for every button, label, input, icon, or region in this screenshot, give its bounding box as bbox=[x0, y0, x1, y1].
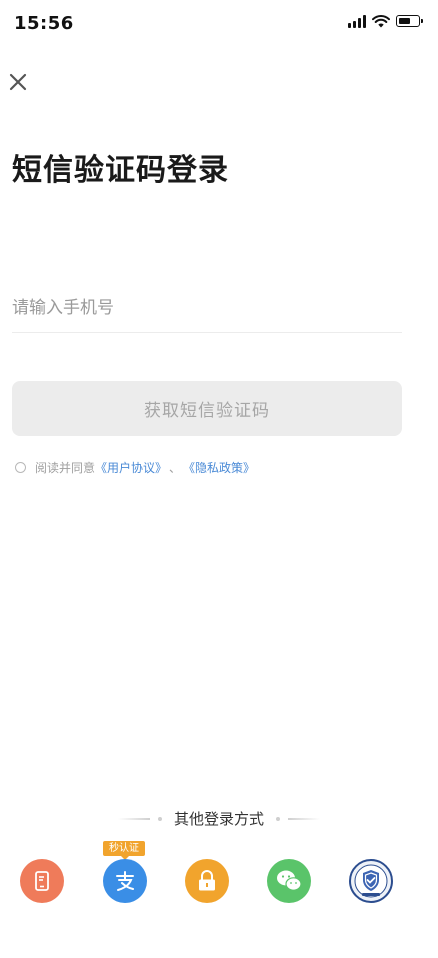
phone-login-button[interactable] bbox=[20, 859, 64, 903]
status-icons bbox=[348, 14, 423, 28]
agreement-separator: 、 bbox=[169, 461, 182, 475]
status-time: 15:56 bbox=[14, 13, 74, 34]
instant-auth-badge: 秒认证 bbox=[103, 841, 145, 860]
wechat-icon bbox=[277, 870, 302, 891]
get-sms-code-button[interactable]: 获取短信验证码 bbox=[12, 381, 402, 436]
wechat-login-button[interactable] bbox=[267, 859, 311, 903]
cellular-signal-icon bbox=[348, 14, 366, 28]
login-methods bbox=[0, 859, 438, 905]
divider-right bbox=[288, 817, 320, 820]
agreement-checkbox[interactable] bbox=[15, 462, 26, 473]
privacy-policy-link[interactable]: 《隐私政策》 bbox=[183, 459, 255, 476]
gov-auth-login-button[interactable] bbox=[349, 859, 393, 903]
lock-login-button[interactable] bbox=[185, 859, 229, 903]
close-button[interactable] bbox=[6, 70, 30, 94]
lock-icon bbox=[199, 870, 215, 891]
input-divider bbox=[12, 332, 402, 333]
status-bar: 15:56 bbox=[0, 0, 438, 48]
battery-icon bbox=[396, 15, 423, 27]
agreement-prefix: 阅读并同意 bbox=[35, 461, 96, 475]
user-agreement-link[interactable]: 《用户协议》 bbox=[95, 459, 167, 476]
alipay-icon bbox=[116, 871, 134, 891]
page-title: 短信验证码登录 bbox=[12, 153, 229, 188]
phone-icon bbox=[35, 871, 49, 891]
alipay-login-button[interactable] bbox=[103, 859, 147, 903]
wifi-icon bbox=[372, 15, 390, 28]
other-login-title: 其他登录方式 bbox=[173, 810, 264, 828]
divider-left bbox=[117, 817, 150, 820]
phone-number-input[interactable] bbox=[12, 286, 402, 330]
gov-shield-icon bbox=[349, 859, 393, 903]
close-icon bbox=[9, 73, 27, 91]
other-login-heading: 其他登录方式 bbox=[0, 808, 438, 829]
agreement-row: 阅读并同意 《用户协议》 、 《隐私政策》 bbox=[15, 459, 255, 476]
